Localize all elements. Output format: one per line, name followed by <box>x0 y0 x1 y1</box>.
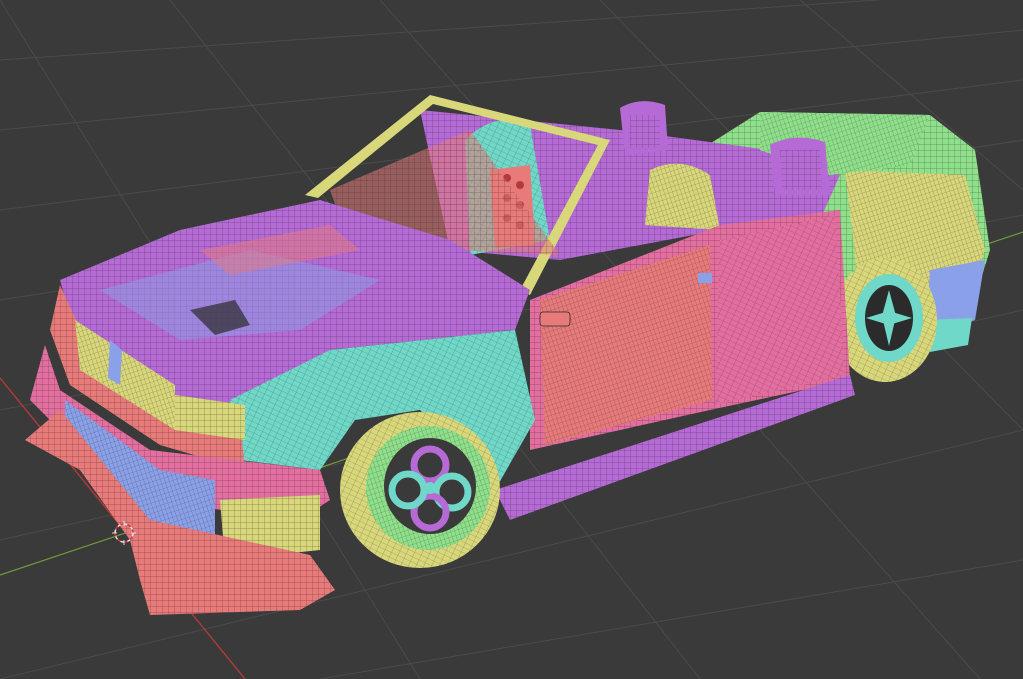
viewport-canvas[interactable] <box>0 0 1023 679</box>
front-wheel <box>340 412 500 568</box>
car-wireframe[interactable] <box>25 95 990 615</box>
3d-viewport[interactable] <box>0 0 1023 679</box>
